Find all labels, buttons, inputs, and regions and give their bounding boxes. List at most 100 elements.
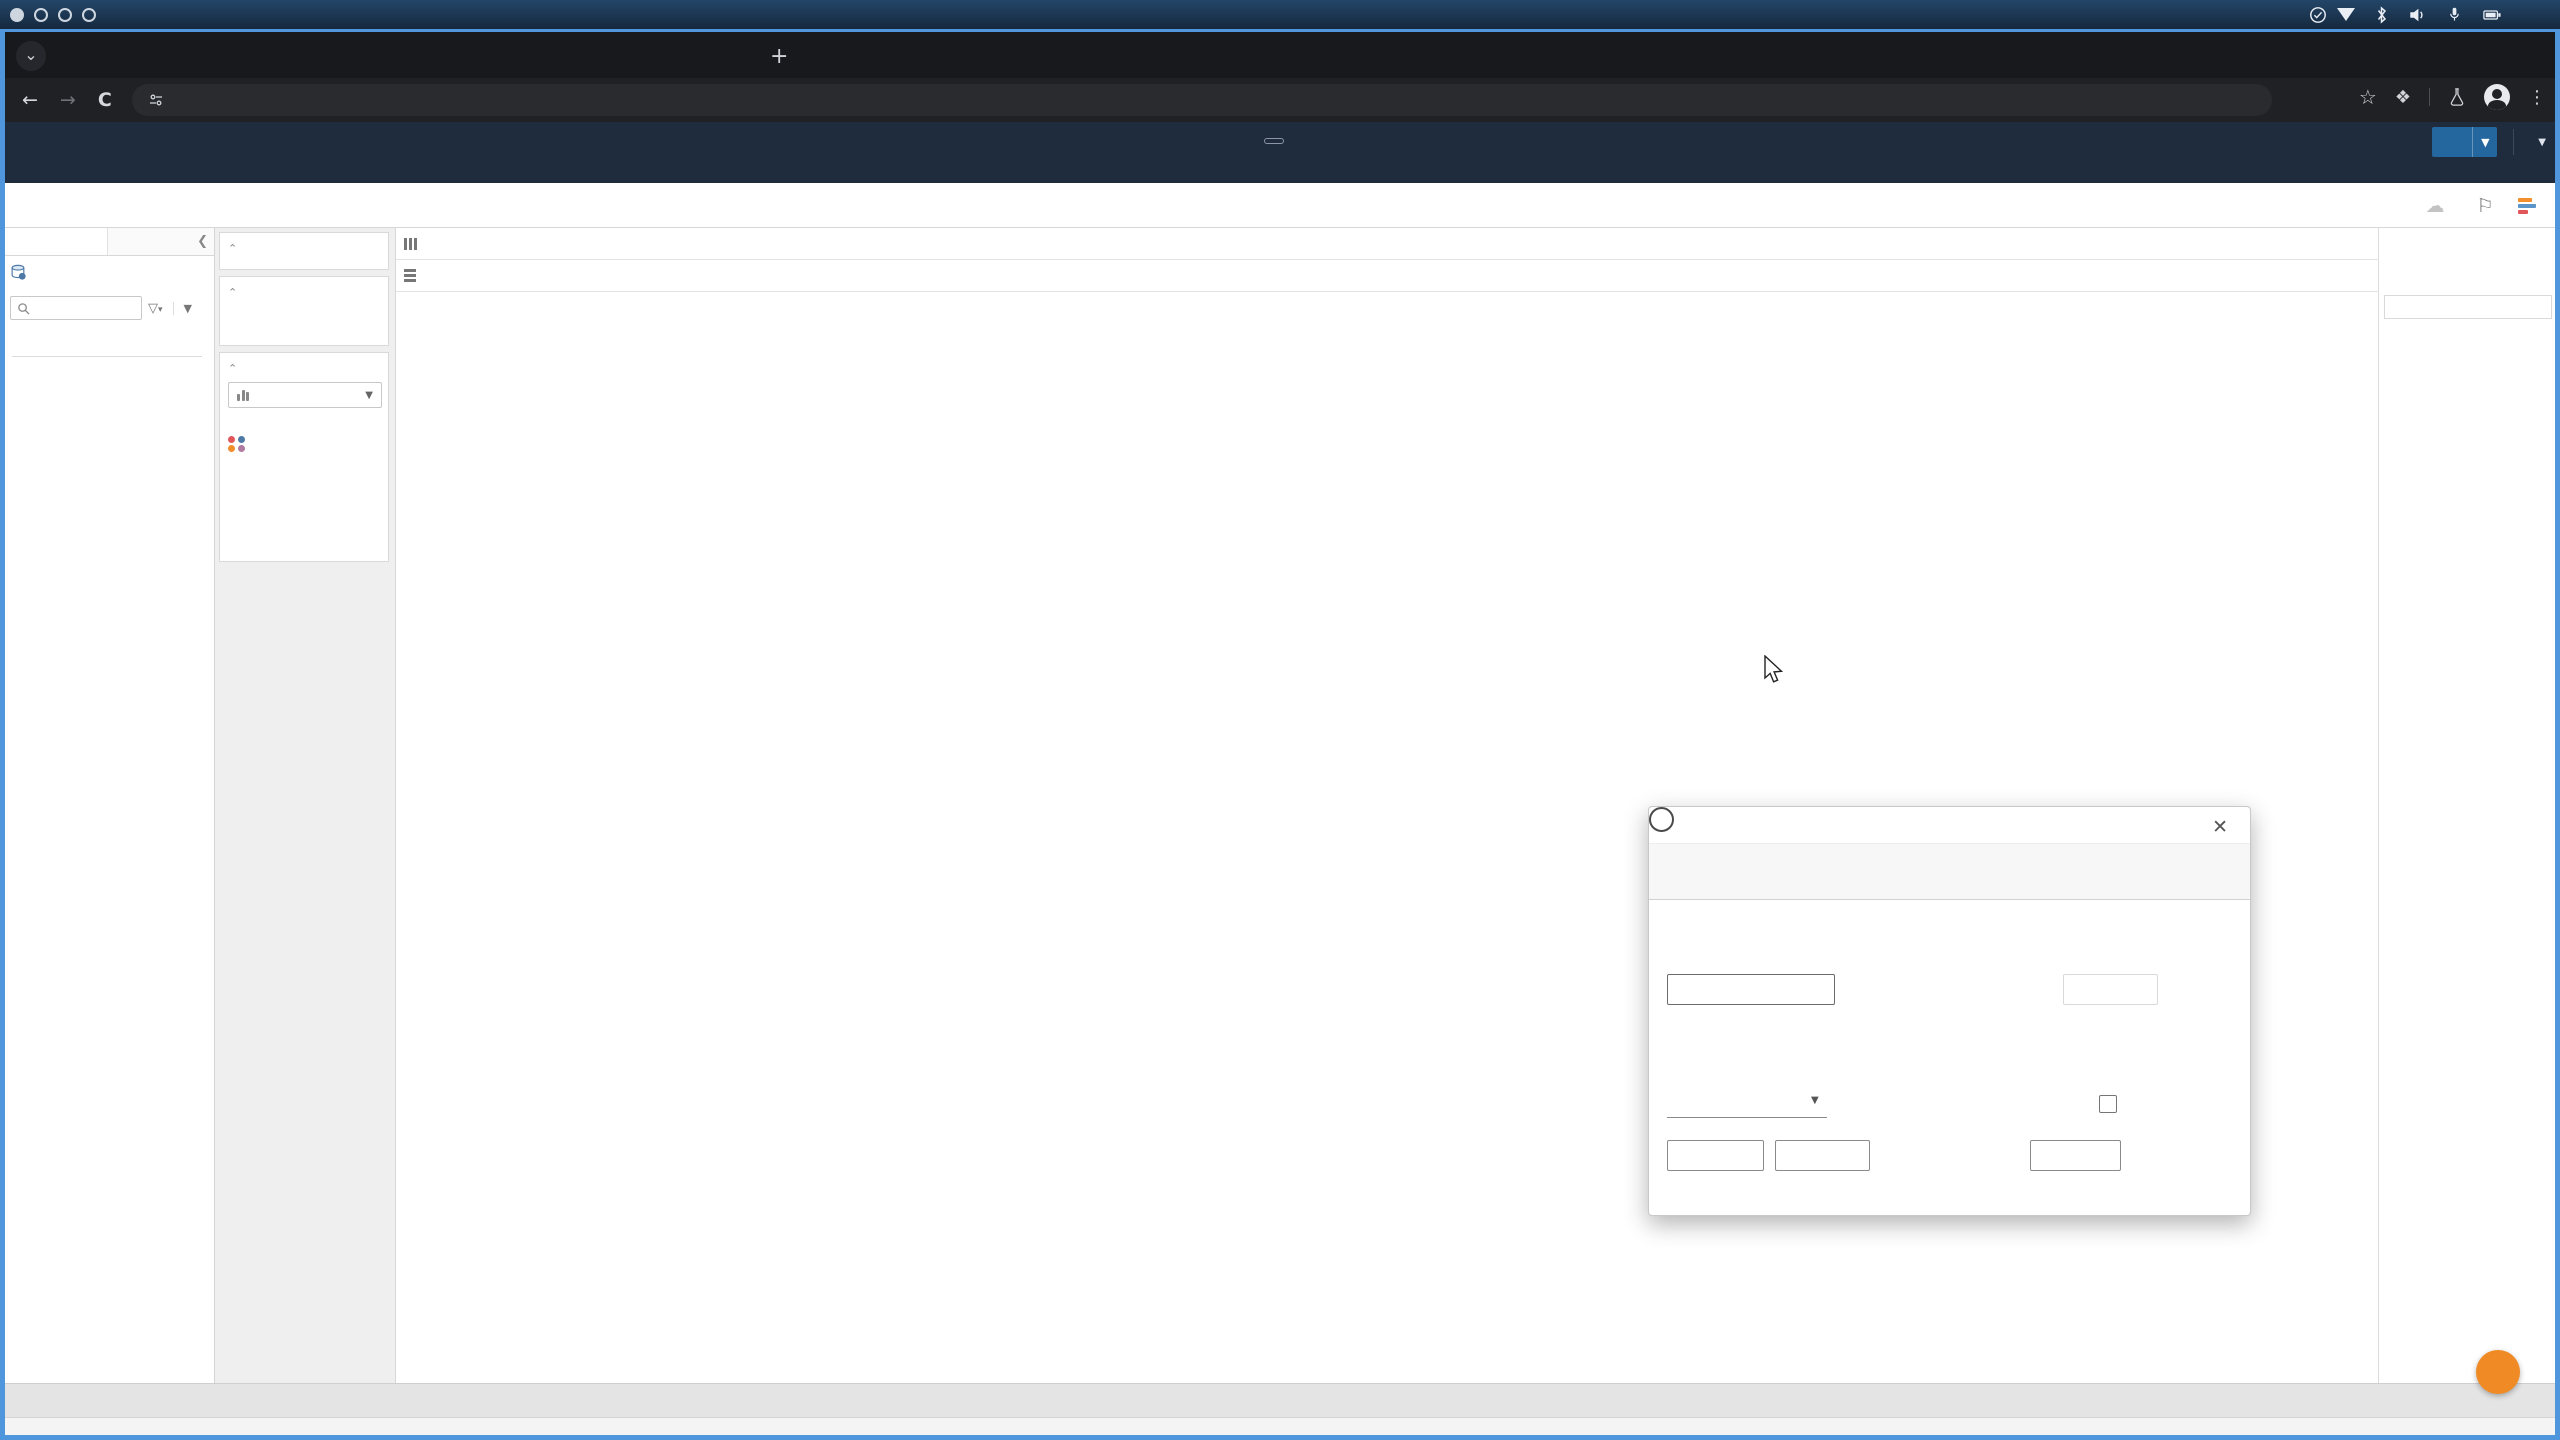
publish-dropdown-caret[interactable]: ▼ bbox=[2472, 127, 2497, 157]
reset-button[interactable] bbox=[1667, 1140, 1764, 1171]
close-icon[interactable]: ✕ bbox=[2212, 816, 2228, 838]
url-omnibox[interactable] bbox=[132, 84, 2272, 116]
browser-menu-icon[interactable]: ⋮ bbox=[2528, 87, 2546, 108]
cancel-button[interactable] bbox=[2030, 1140, 2121, 1171]
browser-profile-avatar[interactable] bbox=[2484, 84, 2510, 110]
include-null-checkbox[interactable] bbox=[2099, 1095, 2117, 1113]
pages-card: ⌃ bbox=[219, 232, 389, 270]
window-control-dot[interactable] bbox=[82, 8, 96, 22]
filters-card: ⌃ bbox=[219, 276, 389, 346]
marks-card: ⌃ ▼ bbox=[219, 352, 389, 562]
tableau-app-header: ▼ ▼ bbox=[0, 122, 2560, 183]
columns-pill[interactable] bbox=[490, 232, 534, 255]
search-input[interactable] bbox=[36, 299, 130, 317]
dropdown-underline bbox=[1667, 1117, 1827, 1118]
screen: ⌄ + ← → C ☆ ❖ ⋮ ▼ ▼ bbox=[0, 0, 2560, 1440]
field-list bbox=[0, 352, 214, 361]
help-button[interactable] bbox=[2476, 1350, 2520, 1394]
guidance-icon[interactable]: ⚐ bbox=[2470, 191, 2500, 221]
browser-back-button[interactable]: ← bbox=[22, 89, 38, 111]
apply-button[interactable] bbox=[1775, 1140, 1870, 1171]
browser-actions: ☆ ❖ ⋮ bbox=[2359, 84, 2546, 110]
wifi-icon bbox=[2337, 8, 2355, 21]
colour-dots-icon bbox=[228, 436, 246, 452]
filter-pill[interactable] bbox=[228, 308, 378, 331]
window-control-dot[interactable] bbox=[58, 8, 72, 22]
window-border-left bbox=[0, 29, 5, 1440]
legend-column bbox=[2378, 228, 2560, 1383]
battery-icon bbox=[2482, 6, 2502, 24]
filter-dialog-tabs bbox=[1649, 843, 2250, 900]
data-pane: ❮ ▽▾ ▼ bbox=[0, 228, 215, 1383]
colour-encoding-pill[interactable] bbox=[254, 432, 380, 455]
data-pane-tabs bbox=[0, 228, 214, 256]
toolbar-right: ☁ ⚐ bbox=[2418, 183, 2544, 228]
window-border-bottom bbox=[0, 1435, 2560, 1440]
site-settings-icon[interactable] bbox=[148, 92, 164, 108]
sheet-tab-bar bbox=[0, 1383, 2560, 1417]
speaker-icon bbox=[2408, 6, 2427, 24]
divider bbox=[12, 356, 202, 357]
mouse-cursor bbox=[1762, 655, 1788, 690]
color-legend-card bbox=[2384, 295, 2552, 319]
browser-reload-button[interactable]: C bbox=[98, 89, 112, 111]
draft-badge bbox=[1264, 138, 1284, 144]
browser-tab-strip bbox=[0, 29, 2560, 78]
mark-type-dropdown[interactable]: ▼ bbox=[228, 382, 382, 408]
rows-icon bbox=[404, 269, 416, 282]
legend-title bbox=[2385, 302, 2551, 310]
slider-handle[interactable] bbox=[1649, 807, 1674, 832]
experiments-flask-icon[interactable] bbox=[2448, 87, 2466, 107]
window-control-dot[interactable] bbox=[34, 8, 48, 22]
bluetooth-icon bbox=[2375, 6, 2388, 24]
publish-button-label[interactable] bbox=[2432, 127, 2472, 157]
browser-forward-button[interactable]: → bbox=[60, 89, 76, 111]
columns-icon bbox=[404, 238, 417, 250]
window-border-right bbox=[2555, 29, 2560, 1440]
cloud-icon[interactable]: ☁ bbox=[2420, 191, 2450, 221]
ok-button[interactable] bbox=[2133, 1140, 2230, 1171]
toolbar: ☁ ⚐ bbox=[0, 183, 2560, 228]
window-control-dot[interactable] bbox=[10, 8, 24, 22]
filter-fields-icon[interactable]: ▽▾ bbox=[148, 301, 163, 316]
microphone-icon bbox=[2447, 5, 2462, 24]
columns-shelf[interactable] bbox=[396, 228, 2378, 260]
chevron-down-icon[interactable]: ▼ bbox=[1811, 1095, 1819, 1106]
tab-data[interactable] bbox=[0, 228, 107, 255]
cards-column: ⌃ ⌃ ⌃ ▼ bbox=[215, 228, 395, 1383]
menu-bar bbox=[0, 155, 2560, 183]
maximum-input[interactable] bbox=[2063, 974, 2158, 1005]
user-menu[interactable]: ▼ bbox=[2530, 137, 2546, 148]
show-me-icon bbox=[2518, 198, 2536, 214]
check-circle-icon bbox=[2309, 6, 2327, 24]
header-actions: ▼ ▼ bbox=[2416, 125, 2546, 159]
tab-search-chevron-icon[interactable]: ⌄ bbox=[16, 41, 46, 71]
search-row: ▽▾ ▼ bbox=[10, 296, 192, 320]
pane-options-caret-icon[interactable]: ▼ bbox=[173, 302, 192, 315]
divider bbox=[2429, 88, 2430, 106]
show-me-button[interactable] bbox=[2518, 198, 2544, 214]
filter-dialog: ✕ ▼ bbox=[1648, 806, 2251, 1216]
bar-mark-icon bbox=[237, 390, 249, 401]
minimum-input[interactable] bbox=[1667, 974, 1835, 1005]
collapse-pane-icon[interactable]: ❮ bbox=[197, 234, 208, 249]
extensions-puzzle-icon[interactable]: ❖ bbox=[2395, 87, 2411, 108]
browser-address-bar: ← → C bbox=[0, 78, 2560, 122]
rows-pill[interactable] bbox=[490, 264, 514, 287]
workbook-title-row bbox=[0, 125, 2560, 157]
marks-buttons bbox=[220, 410, 388, 426]
chevron-down-icon: ▼ bbox=[365, 390, 373, 401]
data-source-item[interactable] bbox=[10, 264, 210, 281]
os-status-tray bbox=[2309, 5, 2512, 24]
new-tab-button[interactable]: + bbox=[770, 44, 788, 69]
os-top-bar bbox=[0, 0, 2560, 29]
rows-shelf[interactable] bbox=[396, 260, 2378, 292]
database-icon bbox=[10, 264, 27, 281]
publish-button[interactable]: ▼ bbox=[2432, 127, 2497, 157]
marks-pill-row bbox=[220, 426, 388, 465]
search-box[interactable] bbox=[10, 296, 142, 320]
search-icon bbox=[17, 302, 30, 315]
window-border-top bbox=[0, 29, 2560, 32]
bookmark-star-icon[interactable]: ☆ bbox=[2359, 85, 2377, 109]
sort-descending-badge-icon bbox=[510, 239, 522, 249]
